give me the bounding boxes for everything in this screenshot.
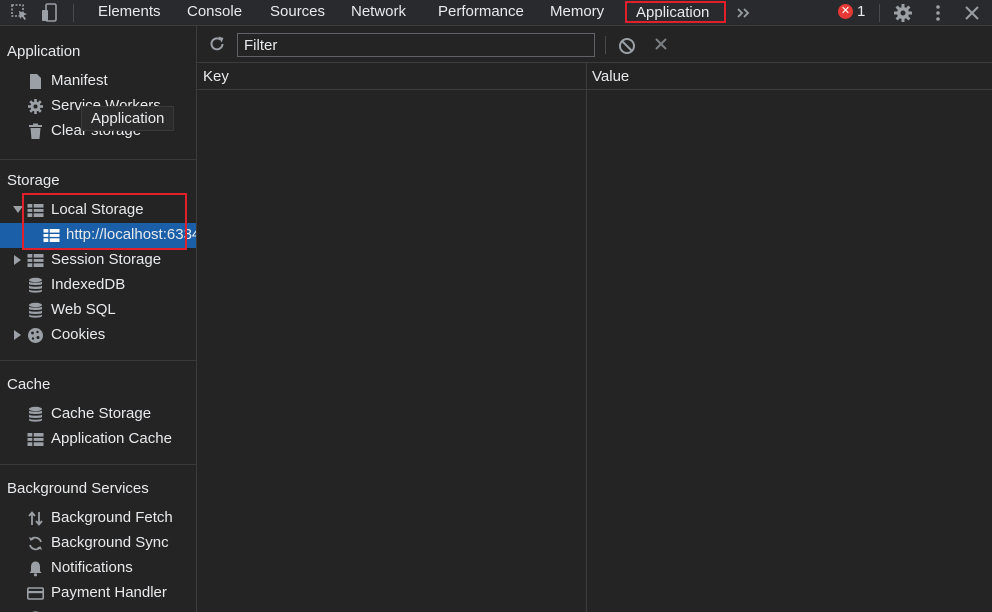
sidebar-item-label: Application Cache: [51, 430, 172, 447]
toolbar-separator: [605, 36, 606, 54]
tab-performance[interactable]: Performance: [438, 0, 524, 25]
storage-toolbar: [197, 26, 992, 63]
expand-arrow-icon[interactable]: [13, 206, 23, 213]
sidebar-item-label: Local Storage: [51, 201, 144, 218]
section-title-storage: Storage: [7, 172, 60, 189]
section-title-application: Application: [7, 43, 81, 60]
toolbar-separator: [73, 4, 74, 22]
sidebar-item-session-storage[interactable]: Session Storage: [0, 248, 196, 273]
cookie-icon: [27, 327, 44, 344]
document-icon: [27, 73, 44, 90]
section-title-background-services: Background Services: [7, 480, 149, 497]
sidebar-item-payment-handler[interactable]: Payment Handler: [0, 581, 196, 606]
sidebar-item-localhost-origin[interactable]: http://localhost:6334: [0, 223, 196, 248]
sidebar-item-local-storage[interactable]: Local Storage: [0, 198, 196, 223]
table-icon: [27, 252, 44, 269]
sidebar-item-label: Cache Storage: [51, 405, 152, 422]
section-divider: [0, 464, 196, 465]
sidebar-item-label: Session Storage: [51, 251, 162, 268]
toolbar-separator: [879, 4, 880, 22]
sidebar-item-application-cache[interactable]: Application Cache: [0, 427, 196, 452]
sidebar-item-background-fetch[interactable]: Background Fetch: [0, 506, 196, 531]
sidebar-item-label: Cookies: [51, 326, 106, 343]
tab-elements[interactable]: Elements: [98, 0, 161, 25]
settings-gear-icon[interactable]: [893, 3, 913, 23]
section-divider: [0, 360, 196, 361]
sidebar-item-manifest[interactable]: Manifest: [0, 69, 196, 94]
sidebar-item-label: Manifest: [51, 72, 108, 89]
expand-arrow-icon[interactable]: [14, 330, 21, 340]
error-count[interactable]: 1: [857, 3, 865, 20]
sync-icon: [27, 535, 44, 552]
error-icon[interactable]: ✕: [838, 4, 853, 19]
sidebar-item-cookies[interactable]: Cookies: [0, 323, 196, 348]
column-header-value[interactable]: Value: [592, 68, 629, 85]
sidebar-item-notifications[interactable]: Notifications: [0, 556, 196, 581]
devtools-toolbar: Elements Console Sources Network Perform…: [0, 0, 992, 26]
column-divider[interactable]: [586, 63, 587, 612]
database-icon: [27, 302, 44, 319]
more-tabs-icon[interactable]: [734, 3, 754, 23]
sidebar-item-cache-storage[interactable]: Cache Storage: [0, 402, 196, 427]
section-title-cache: Cache: [7, 376, 51, 393]
trash-icon: [27, 123, 44, 140]
refresh-icon[interactable]: [208, 35, 226, 53]
gear-icon: [27, 98, 44, 115]
up-down-arrows-icon: [27, 510, 44, 527]
tab-application[interactable]: Application: [625, 1, 726, 23]
table-icon: [27, 202, 44, 219]
inspect-element-icon[interactable]: [10, 3, 30, 23]
database-icon: [27, 406, 44, 423]
sidebar-item-web-sql[interactable]: Web SQL: [0, 298, 196, 323]
tab-network[interactable]: Network: [351, 0, 406, 25]
sidebar-item-background-sync[interactable]: Background Sync: [0, 531, 196, 556]
sidebar-item-label: Web SQL: [51, 301, 116, 318]
credit-card-icon: [27, 585, 44, 602]
more-options-icon[interactable]: [928, 3, 948, 23]
table-icon: [43, 227, 60, 244]
clear-all-icon[interactable]: [618, 37, 636, 55]
tab-memory[interactable]: Memory: [550, 0, 604, 25]
tooltip: Application: [81, 106, 175, 131]
storage-view: Key Value: [197, 26, 992, 612]
tab-sources[interactable]: Sources: [270, 0, 325, 25]
expand-arrow-icon[interactable]: [14, 255, 21, 265]
sidebar-item-label: IndexedDB: [51, 276, 126, 293]
sidebar-item-label: Notifications: [51, 559, 133, 576]
section-divider: [0, 159, 196, 160]
sidebar-item-indexeddb[interactable]: IndexedDB: [0, 273, 196, 298]
sidebar-item-label: Background Sync: [51, 534, 169, 551]
delete-selected-icon[interactable]: [653, 36, 669, 52]
table-icon: [27, 431, 44, 448]
sidebar-item-label: http://localhost:6334: [66, 226, 196, 243]
column-header-key[interactable]: Key: [203, 68, 229, 85]
filter-input[interactable]: [237, 33, 595, 57]
database-icon: [27, 277, 44, 294]
data-grid-header: Key Value: [197, 63, 992, 90]
close-icon[interactable]: [962, 3, 982, 23]
sidebar-item-next-partial[interactable]: [0, 606, 196, 612]
device-toolbar-icon[interactable]: [41, 3, 61, 23]
tab-console[interactable]: Console: [187, 0, 242, 25]
sidebar-item-label: Background Fetch: [51, 509, 173, 526]
sidebar-item-label: Payment Handler: [51, 584, 167, 601]
bell-icon: [27, 560, 44, 577]
application-sidebar: Application Manifest Service Workers Cle…: [0, 26, 196, 612]
